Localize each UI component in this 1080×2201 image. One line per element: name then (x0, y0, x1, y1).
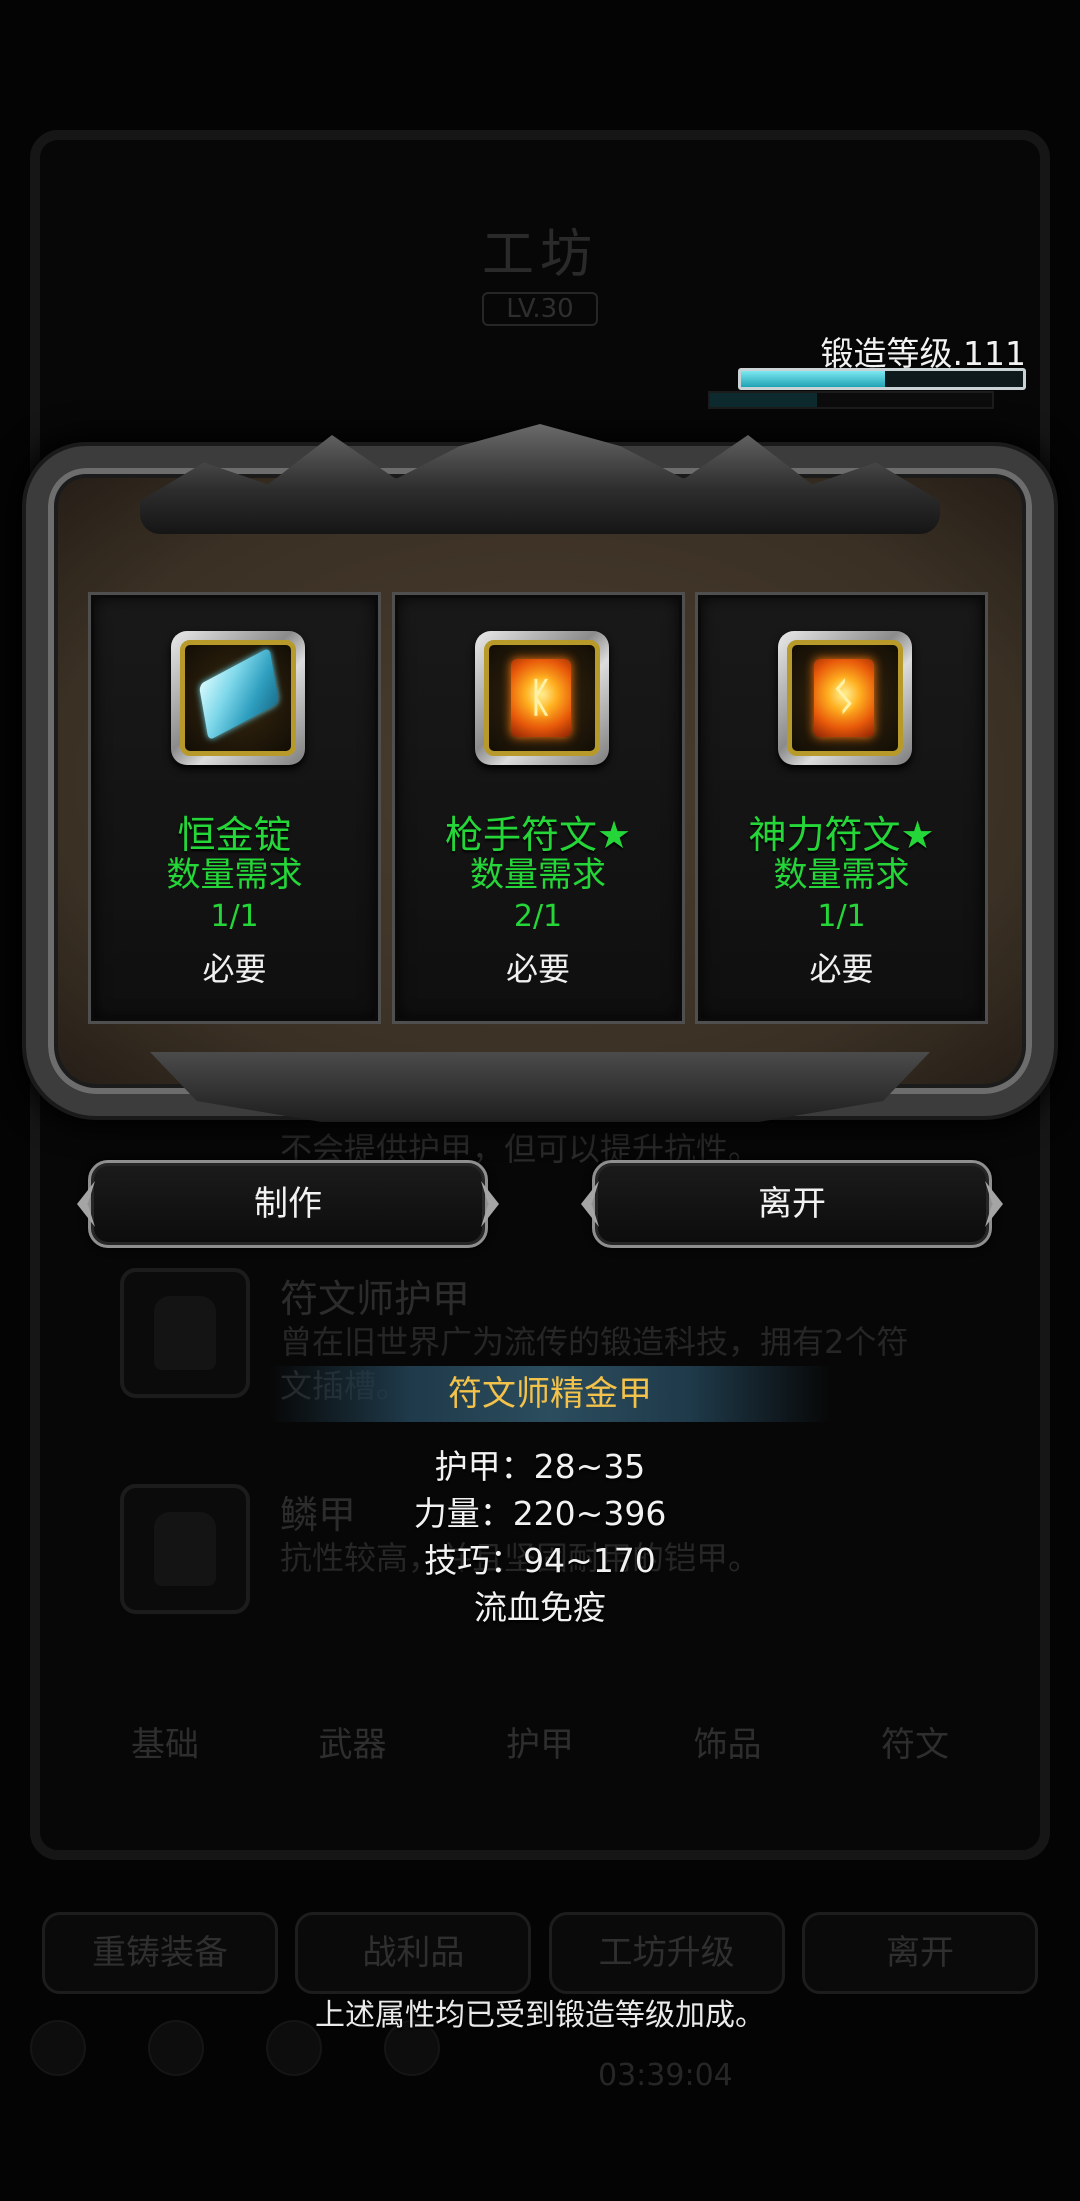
loot-button[interactable]: 战利品 (295, 1912, 532, 1994)
material-slot: ᛕ (474, 631, 609, 765)
background-time: 03:39:04 (598, 2058, 733, 2093)
tab-armor[interactable]: 护甲 (455, 1710, 625, 1780)
material-name: 恒金锭 (177, 813, 292, 857)
make-button[interactable]: 制作 (88, 1160, 488, 1248)
armor-thumbnail-icon (120, 1268, 250, 1398)
reforge-button[interactable]: 重铸装备 (42, 1912, 278, 1994)
item-stat-armor: 护甲：28~35 (434, 1447, 646, 1486)
background-item-name: 符文师护甲 (280, 1277, 471, 1321)
tab-weapons[interactable]: 武器 (268, 1710, 438, 1780)
material-cards: 恒金锭 数量需求 1/1 必要 ᛕ 枪手符文★ 数量需求 2/1 必要 ᛊ 神力… (88, 592, 988, 1024)
leave-button[interactable]: 离开 (592, 1160, 992, 1248)
ingot-icon (198, 647, 280, 741)
material-requirement-label: 数量需求 (773, 855, 910, 895)
forge-bonus-note: 上述属性均已受到锻造等级加成。 (315, 1998, 765, 2033)
material-requirement-label: 数量需求 (470, 855, 606, 895)
workshop-screen: 工坊 LV.30 不会提供护甲，但可以提升抗性。 符文师护甲 曾在旧世界广为流传… (0, 0, 1080, 2201)
background-title: 工坊 (481, 225, 598, 285)
tab-accessories[interactable]: 饰品 (643, 1710, 813, 1780)
upgrade-workshop-button[interactable]: 工坊升级 (548, 1912, 785, 1994)
material-slot (171, 631, 305, 765)
forge-level-fill (741, 371, 885, 387)
material-card[interactable]: ᛕ 枪手符文★ 数量需求 2/1 必要 (391, 592, 685, 1024)
background-forge-bar (708, 391, 994, 409)
gunner-rune-icon: ᛕ (510, 659, 571, 737)
material-count: 1/1 (210, 899, 259, 934)
item-name-banner: 符文师精金甲 (270, 1366, 830, 1422)
material-count: 2/1 (513, 899, 563, 934)
background-button-row: 重铸装备 战利品 工坊升级 离开 (42, 1912, 1038, 1994)
tab-basic[interactable]: 基础 (80, 1710, 250, 1780)
forge-level-bar (738, 368, 1026, 390)
material-card[interactable]: ᛊ 神力符文★ 数量需求 1/1 必要 (695, 592, 988, 1024)
background-level-badge: LV.30 (482, 292, 598, 326)
material-required-label: 必要 (202, 950, 267, 988)
material-required-label: 必要 (505, 950, 570, 988)
material-name: 神力符文★ (748, 813, 935, 857)
material-count: 1/1 (817, 899, 866, 934)
material-card[interactable]: 恒金锭 数量需求 1/1 必要 (88, 592, 381, 1024)
material-required-label: 必要 (809, 950, 874, 988)
material-slot: ᛊ (778, 631, 912, 765)
material-name: 枪手符文★ (444, 813, 632, 857)
item-stat-skill: 技巧：94~170 (424, 1541, 656, 1580)
background-leave-button[interactable]: 离开 (801, 1912, 1038, 1994)
background-tab-bar: 基础 武器 护甲 饰品 符文 (80, 1710, 1000, 1780)
tab-runes[interactable]: 符文 (830, 1710, 1000, 1780)
item-stat-bleed-immunity: 流血免疫 (474, 1588, 606, 1627)
divine-rune-icon: ᛊ (814, 659, 874, 737)
material-requirement-label: 数量需求 (166, 855, 303, 895)
frame-bottom-ornament (150, 1052, 930, 1122)
item-stat-strength: 力量：220~396 (413, 1494, 667, 1533)
